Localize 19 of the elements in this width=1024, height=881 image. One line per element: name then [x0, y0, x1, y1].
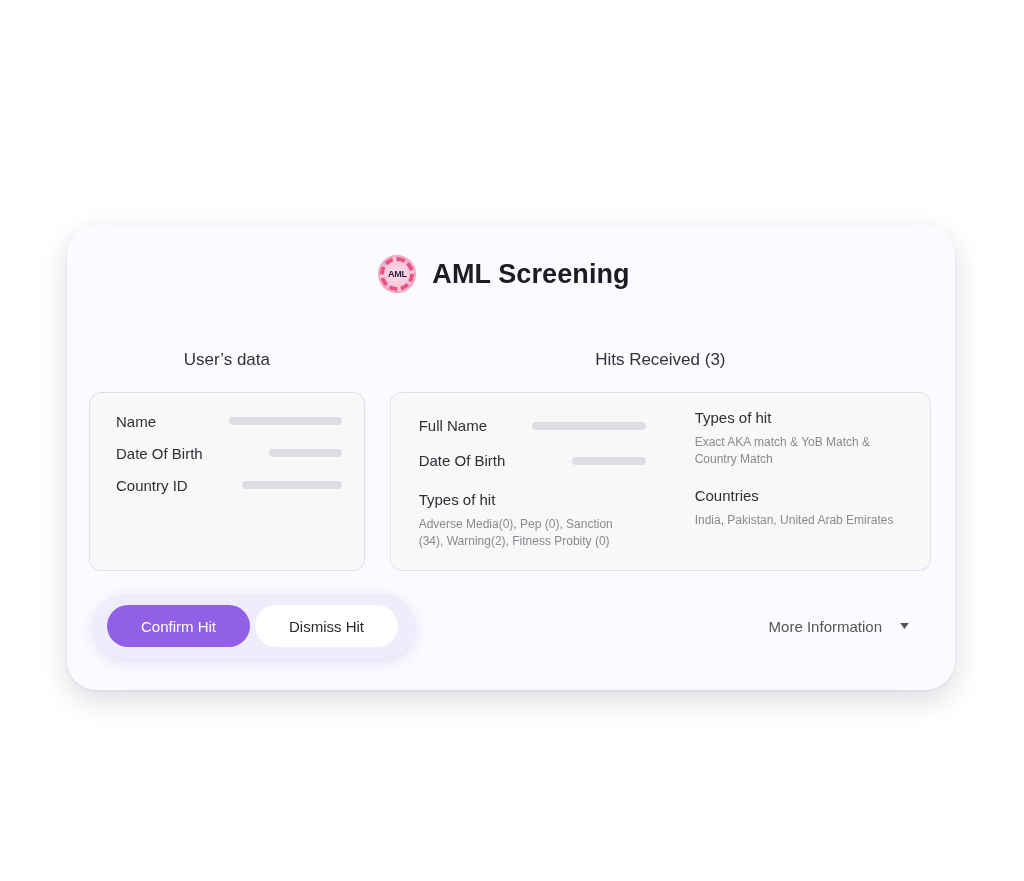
detail-text: India, Pakistan, United Arab Emirates	[694, 512, 895, 529]
detail-label: Types of hit	[418, 490, 497, 510]
detail-text: Adverse Media(0), Pep (0), Sanction (34), Warning(2), Fitness Probity (0)	[418, 516, 614, 550]
caret-icon	[900, 623, 909, 629]
field-label: Date Of Birth	[116, 444, 203, 462]
detail-label: Types of hit	[694, 408, 773, 428]
confirm-hit-button[interactable]: Confirm Hit	[107, 605, 250, 647]
section-heading: User’s data	[183, 350, 270, 370]
card-title: AML Screening	[432, 258, 630, 290]
chip-logo: AML	[380, 257, 415, 291]
detail-text: Exact AKA match & YoB Match & Country Match	[694, 434, 872, 468]
field-label: Date Of Birth	[418, 452, 506, 469]
dismiss-hit-button[interactable]: Dismiss Hit	[255, 605, 398, 647]
detail-label: Countries	[694, 486, 760, 506]
section-heading: Hits Received (3)	[595, 350, 726, 370]
field-label: Full Name	[418, 417, 487, 434]
field-label: Name	[116, 412, 156, 430]
field-label: Country ID	[116, 476, 188, 494]
more-information-dropdown[interactable]: More Information	[768, 613, 909, 639]
